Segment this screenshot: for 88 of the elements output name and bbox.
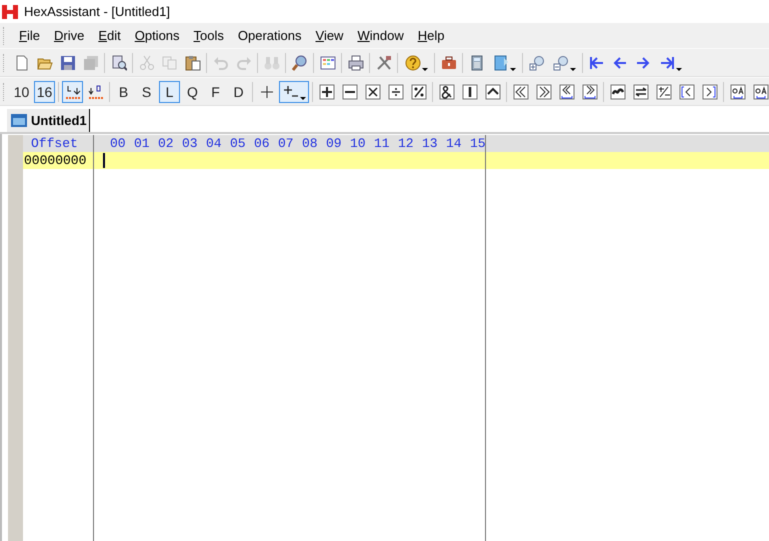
double-right-icon [536, 84, 552, 100]
ampersand-icon [438, 84, 454, 100]
column-header: 04 [206, 136, 223, 151]
byte-order-icon [88, 84, 104, 100]
blank-page-icon [14, 54, 30, 70]
toolbar-button[interactable]: 10 [11, 80, 32, 102]
menu-item[interactable]: Options [128, 25, 187, 46]
toolbar-button[interactable]: Q [182, 80, 203, 102]
toolbar-button[interactable] [279, 80, 309, 102]
column-header: 05 [230, 136, 247, 151]
window-icon [11, 114, 27, 127]
divide-icon [388, 84, 404, 100]
pages-icon [162, 54, 178, 70]
column-header: 01 [134, 136, 151, 151]
byte-order-icon [64, 84, 80, 100]
toolbar-button[interactable]: 16 [34, 80, 55, 102]
menu-item[interactable]: Edit [91, 25, 128, 46]
swap-icon [632, 84, 648, 100]
column-header: 08 [302, 136, 319, 151]
toolbar-button[interactable]: D [228, 80, 249, 102]
column-header: 14 [446, 136, 463, 151]
minus-icon [342, 84, 358, 100]
last-arrow-icon [658, 54, 674, 70]
magnifier-icon [292, 54, 308, 70]
notepad-icon [492, 54, 508, 70]
app-logo-icon [2, 4, 18, 18]
rotate-right-icon [582, 84, 598, 100]
menu-item[interactable]: Operations [230, 25, 308, 46]
document-tab[interactable]: Untitled1 [7, 109, 90, 132]
floppy-disks-icon [82, 54, 98, 70]
left-arrow-icon [612, 54, 628, 70]
menu-item[interactable]: Window [350, 25, 411, 46]
column-header: 15 [470, 136, 487, 151]
menu-item[interactable]: File [12, 25, 47, 46]
offset-header: Offset [30, 136, 79, 151]
first-arrow-icon [588, 54, 604, 70]
column-header: 02 [158, 136, 175, 151]
bar-icon [462, 84, 478, 100]
plus-icon [258, 84, 274, 100]
calculator-icon [468, 54, 484, 70]
offset-cell-text: 00000000 [23, 153, 88, 168]
printer-icon [348, 54, 364, 70]
menu-item[interactable]: View [308, 25, 350, 46]
plus-minus-icon [282, 84, 298, 100]
magnifier-page-icon [110, 54, 126, 70]
hammer-wrench-icon [376, 54, 392, 70]
column-header: 09 [326, 136, 343, 151]
toolbar-button[interactable] [62, 80, 83, 102]
column-header: 11 [374, 136, 391, 151]
zoom-out-icon [552, 54, 568, 70]
clipboard-icon [184, 54, 200, 70]
letter-case-icon [730, 84, 746, 100]
column-header: 10 [350, 136, 367, 151]
plus-icon [318, 84, 334, 100]
hex-row[interactable]: 00000000 [23, 152, 769, 169]
toolbar-button[interactable]: F [205, 80, 226, 102]
column-header: 03 [182, 136, 199, 151]
window-title: HexAssistant - [Untitled1] [24, 4, 170, 19]
toolbar-button[interactable]: L [159, 80, 180, 102]
column-header: 00 [110, 136, 127, 151]
question-bubble-icon [404, 54, 420, 70]
zoom-in-icon [528, 54, 544, 70]
bracket-left-icon [678, 84, 694, 100]
rotate-left-icon [558, 84, 574, 100]
menu-item[interactable]: Tools [186, 25, 231, 46]
text-cursor [103, 153, 105, 168]
bracket-right-icon [702, 84, 718, 100]
column-header: 12 [398, 136, 415, 151]
table-icon [320, 54, 336, 70]
column-header: 06 [254, 136, 271, 151]
toolbox-icon [440, 54, 456, 70]
binoculars-icon [264, 54, 280, 70]
menu-item[interactable]: Help [410, 25, 452, 46]
column-header: 07 [278, 136, 295, 151]
menu-item[interactable]: Drive [46, 25, 92, 46]
toolbar-button[interactable]: S [136, 80, 157, 102]
tilde-icon [610, 84, 626, 100]
scissors-icon [138, 54, 154, 70]
column-header: 13 [422, 136, 439, 151]
undo-icon [212, 54, 228, 70]
double-left-icon [512, 84, 528, 100]
redo-icon [236, 54, 252, 70]
right-arrow-icon [634, 54, 650, 70]
toolbar-button[interactable]: B [113, 80, 134, 102]
percent-icon [410, 84, 426, 100]
caret-icon [484, 84, 500, 100]
multiply-icon [364, 84, 380, 100]
sign-icon [656, 84, 672, 100]
